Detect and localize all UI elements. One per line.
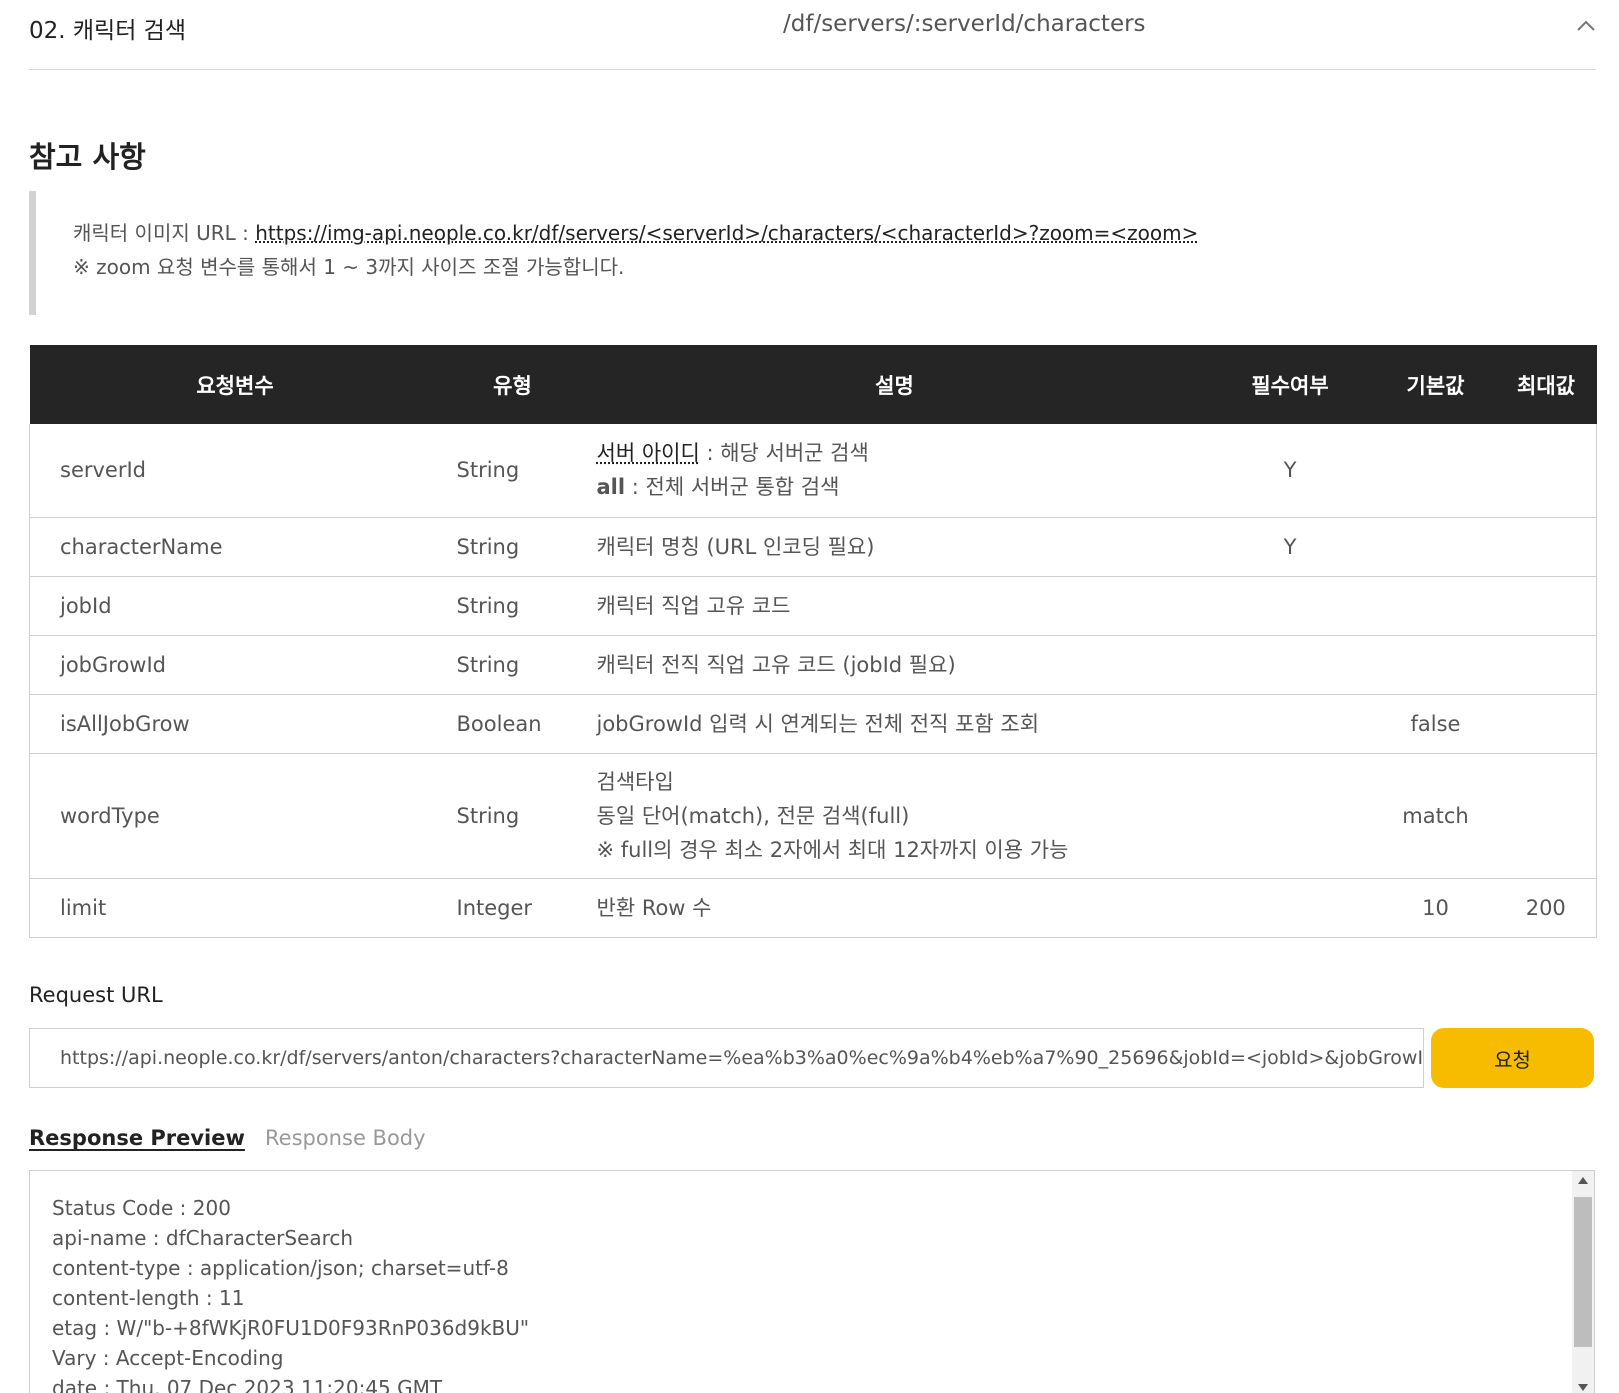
table-row: isAllJobGrow Boolean jobGrowId 입력 시 연계되는… (29, 694, 1597, 754)
header-type: 유형 (493, 373, 532, 398)
request-button[interactable]: 요청 (1431, 1028, 1594, 1088)
param-required (1204, 576, 1376, 636)
scroll-up-arrow-icon[interactable] (1578, 1177, 1588, 1184)
table-row: serverId String 서버 아이디 : 해당 서버군 검색 all :… (29, 424, 1597, 518)
param-required (1204, 753, 1376, 879)
param-default (1375, 576, 1496, 636)
response-line: etag : W/"b-+8fWKjR0FU1D0F93RnP036d9kBU" (52, 1316, 530, 1340)
table-row: wordType String 검색타입 동일 단어(match), 전문 검색… (29, 753, 1597, 879)
param-desc: 캐릭터 전직 직업 고유 코드 (jobId 필요) (584, 635, 1205, 695)
image-url-note: 캐릭터 이미지 URL : https://img-api.neople.co.… (73, 217, 1198, 246)
request-url-input[interactable] (29, 1028, 1424, 1088)
param-max (1495, 694, 1597, 754)
param-max (1495, 424, 1597, 518)
param-default: false (1375, 694, 1496, 754)
param-type: String (440, 517, 585, 577)
param-type: String (440, 635, 585, 695)
response-line: Status Code : 200 (52, 1196, 231, 1220)
desc-line: 검색타입 (596, 769, 674, 794)
param-type: Boolean (440, 694, 585, 754)
table-row: jobGrowId String 캐릭터 전직 직업 고유 코드 (jobId … (29, 635, 1597, 695)
header-required: 필수여부 (1251, 373, 1329, 398)
desc-text: : 전체 서버군 통합 검색 (625, 475, 840, 500)
response-line: content-length : 11 (52, 1286, 245, 1310)
tab-response-preview[interactable]: Response Preview (29, 1126, 245, 1150)
param-default (1375, 424, 1496, 518)
request-url-label: Request URL (29, 983, 163, 1007)
table-header-row: 요청변수 유형 설명 필수여부 기본값 최대값 (29, 345, 1597, 424)
param-required (1204, 635, 1376, 695)
table-row: characterName String 캐릭터 명칭 (URL 인코딩 필요)… (29, 517, 1597, 577)
param-type: String (440, 576, 585, 636)
param-desc: jobGrowId 입력 시 연계되는 전체 전직 포함 조회 (584, 694, 1205, 754)
scroll-down-arrow-icon[interactable] (1578, 1384, 1588, 1391)
param-desc: 캐릭터 직업 고유 코드 (584, 576, 1205, 636)
zoom-note: ※ zoom 요청 변수를 통해서 1 ~ 3까지 사이즈 조절 가능합니다. (73, 255, 625, 279)
header-param: 요청변수 (196, 373, 274, 398)
param-type: String (440, 753, 585, 879)
response-line: Vary : Accept-Encoding (52, 1346, 284, 1370)
param-type: String (440, 424, 585, 518)
param-max: 200 (1495, 878, 1597, 938)
desc-bold: all (596, 475, 626, 500)
response-line: date : Thu, 07 Dec 2023 11:20:45 GMT (52, 1376, 443, 1393)
api-path: /df/servers/:serverId/characters (783, 11, 1146, 37)
param-default: 10 (1375, 878, 1496, 938)
param-name: wordType (29, 753, 441, 879)
response-preview-box[interactable]: Status Code : 200 api-name : dfCharacter… (29, 1170, 1595, 1393)
param-max (1495, 576, 1597, 636)
param-desc: 서버 아이디 : 해당 서버군 검색 all : 전체 서버군 통합 검색 (584, 424, 1205, 518)
response-line: content-type : application/json; charset… (52, 1256, 509, 1280)
param-required: Y (1204, 424, 1376, 518)
param-name: characterName (29, 517, 441, 577)
desc-text: : 해당 서버군 검색 (699, 441, 869, 466)
param-max (1495, 517, 1597, 577)
param-desc: 검색타입 동일 단어(match), 전문 검색(full) ※ full의 경… (584, 753, 1205, 879)
param-default (1375, 517, 1496, 577)
param-desc: 캐릭터 명칭 (URL 인코딩 필요) (584, 517, 1205, 577)
param-required (1204, 878, 1376, 938)
notes-box: 캐릭터 이미지 URL : https://img-api.neople.co.… (29, 191, 1198, 315)
param-name: jobId (29, 576, 441, 636)
desc-line: 동일 단어(match), 전문 검색(full) (596, 803, 910, 828)
param-required: Y (1204, 517, 1376, 577)
response-line: api-name : dfCharacterSearch (52, 1226, 354, 1250)
param-name: serverId (29, 424, 441, 518)
notes-title: 참고 사항 (29, 140, 146, 174)
param-default: match (1375, 753, 1496, 879)
header-desc: 설명 (875, 373, 914, 398)
scroll-thumb[interactable] (1574, 1197, 1592, 1347)
param-max (1495, 635, 1597, 695)
api-title: 02. 캐릭터 검색 (29, 18, 186, 44)
chevron-up-icon[interactable] (1574, 14, 1598, 38)
param-type: Integer (440, 878, 585, 938)
param-name: isAllJobGrow (29, 694, 441, 754)
parameter-table: 요청변수 유형 설명 필수여부 기본값 최대값 serverId String … (29, 345, 1597, 938)
table-row: limit Integer 반환 Row 수 10 200 (29, 878, 1597, 938)
api-header[interactable]: 02. 캐릭터 검색 /df/servers/:serverId/charact… (29, 0, 1596, 70)
server-id-link[interactable]: 서버 아이디 (597, 441, 700, 465)
param-max (1495, 753, 1597, 879)
table-row: jobId String 캐릭터 직업 고유 코드 (29, 576, 1597, 636)
param-desc: 반환 Row 수 (584, 878, 1205, 938)
response-lines: Status Code : 200 api-name : dfCharacter… (52, 1193, 529, 1393)
vertical-scrollbar[interactable] (1572, 1171, 1594, 1393)
tab-response-body[interactable]: Response Body (265, 1126, 426, 1150)
header-max: 최대값 (1517, 373, 1575, 398)
param-required (1204, 694, 1376, 754)
desc-line: ※ full의 경우 최소 2자에서 최대 12자까지 이용 가능 (596, 837, 1069, 862)
image-url-label: 캐릭터 이미지 URL : (73, 221, 256, 245)
image-url-link[interactable]: https://img-api.neople.co.kr/df/servers/… (255, 221, 1198, 245)
param-name: limit (29, 878, 441, 938)
header-default: 기본값 (1406, 373, 1465, 398)
param-default (1375, 635, 1496, 695)
param-name: jobGrowId (29, 635, 441, 695)
